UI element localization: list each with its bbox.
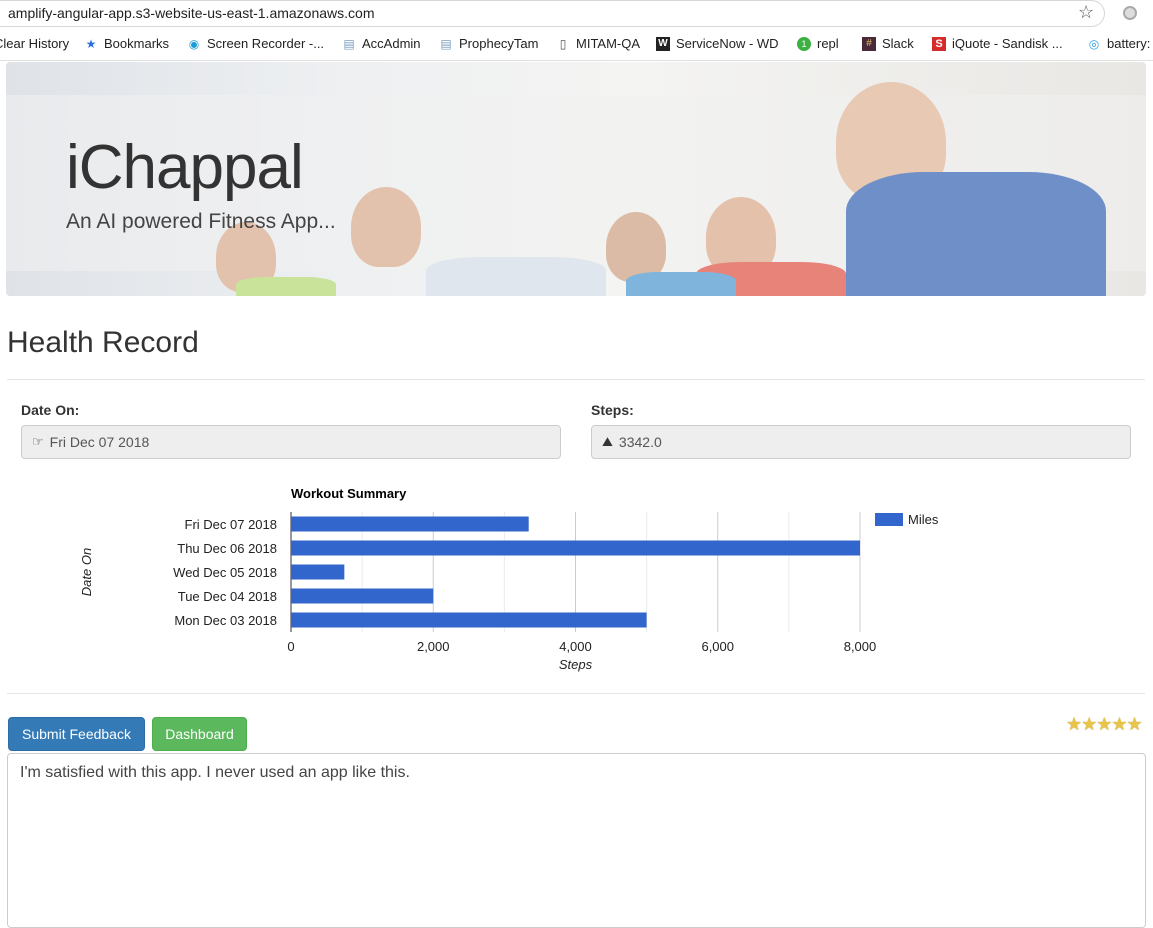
bookmark-label: ProphecyTam bbox=[459, 36, 539, 51]
date-field[interactable]: ☞ Fri Dec 07 2018 bbox=[21, 425, 561, 459]
chart-y-axis-label: Date On bbox=[79, 548, 94, 596]
hand-point-right-icon: ☞ bbox=[32, 434, 44, 449]
chart-category-label: Fri Dec 07 2018 bbox=[185, 517, 278, 532]
submit-feedback-button[interactable]: Submit Feedback bbox=[8, 717, 145, 751]
chart-title: Workout Summary bbox=[291, 486, 407, 501]
hero-banner: iChappal An AI powered Fitness App... bbox=[6, 62, 1146, 296]
star-rating[interactable]: ★★★★★ bbox=[1066, 714, 1143, 735]
hero-image-shirt bbox=[426, 257, 606, 296]
date-label: Date On: bbox=[21, 402, 80, 418]
bookmark-star-icon[interactable]: ☆ bbox=[1078, 2, 1094, 23]
bookmark-servicenow[interactable]: W ServiceNow - WD bbox=[656, 36, 779, 51]
star-icon: ★ bbox=[85, 36, 97, 51]
chart-bar bbox=[291, 540, 860, 556]
chart-bar bbox=[291, 516, 529, 532]
bookmark-label: Bookmarks bbox=[104, 36, 170, 51]
chart-svg: Workout Summary Fri Dec 07 2018 Thu Dec 06… bbox=[79, 486, 939, 672]
chart-category-label: Wed Dec 05 2018 bbox=[173, 565, 277, 580]
hero-title: iChappal bbox=[66, 133, 304, 202]
document-icon: ▯ bbox=[559, 36, 567, 51]
bookmark-slack[interactable]: # Slack bbox=[862, 36, 914, 51]
bookmark-label: MITAM-QA bbox=[576, 36, 641, 51]
chart-x-tick-label: 6,000 bbox=[701, 639, 734, 654]
iquote-icon: S bbox=[932, 36, 946, 51]
bookmark-accadmin[interactable]: ▤ AccAdmin bbox=[342, 36, 421, 51]
bookmark-screen-recorder[interactable]: ◉ Screen Recorder -... bbox=[187, 36, 324, 51]
road-icon: ⛰ bbox=[602, 434, 613, 449]
servicenow-icon: W bbox=[656, 36, 670, 51]
bookmark-label: repl bbox=[817, 36, 839, 51]
hero-image-shirt bbox=[846, 172, 1106, 296]
bookmark-prophecytam[interactable]: ▤ ProphecyTam bbox=[439, 36, 538, 51]
bookmark-repl[interactable]: 1 repl bbox=[797, 36, 839, 51]
chart-bar bbox=[291, 612, 647, 628]
browser-address-bar: amplify-angular-app.s3-website-us-east-1… bbox=[0, 0, 1153, 28]
steps-value: 3342.0 bbox=[618, 434, 662, 450]
bookmark-label: Screen Recorder -... bbox=[207, 36, 325, 51]
chart-bar bbox=[291, 564, 345, 580]
chart-legend-swatch bbox=[875, 513, 903, 526]
bookmarks-bar: Clear History ★ Bookmarks ◉ Screen Recor… bbox=[0, 28, 1153, 61]
chart-category-label: Mon Dec 03 2018 bbox=[174, 613, 277, 628]
chart-category-label: Tue Dec 04 2018 bbox=[178, 589, 277, 604]
bookmark-label: Slack bbox=[882, 36, 914, 51]
page-icon: ▤ bbox=[440, 36, 452, 51]
chart-category-label: Thu Dec 06 2018 bbox=[177, 541, 277, 556]
bookmark-label: Clear History bbox=[0, 36, 70, 51]
chart-x-tick-label: 8,000 bbox=[844, 639, 877, 654]
slack-icon: # bbox=[862, 36, 876, 51]
bookmark-label: battery: bbox=[1107, 36, 1151, 51]
bookmark-iquote[interactable]: S iQuote - Sandisk ... bbox=[932, 36, 1063, 51]
bookmark-label: iQuote - Sandisk ... bbox=[952, 36, 1063, 51]
repl-icon: 1 bbox=[797, 36, 811, 51]
recorder-icon: ◉ bbox=[188, 36, 200, 51]
page-icon: ▤ bbox=[343, 36, 355, 51]
divider bbox=[7, 693, 1145, 694]
steps-label: Steps: bbox=[591, 402, 634, 418]
bookmark-bookmarks[interactable]: ★ Bookmarks bbox=[84, 36, 169, 51]
hero-image-shirt bbox=[626, 272, 736, 296]
bookmark-label: ServiceNow - WD bbox=[676, 36, 779, 51]
chart-bar bbox=[291, 588, 434, 604]
hero-image-shirt bbox=[236, 277, 336, 296]
bookmark-clear-history[interactable]: Clear History bbox=[0, 36, 69, 51]
url-text: amplify-angular-app.s3-website-us-east-1… bbox=[8, 5, 375, 21]
date-value: Fri Dec 07 2018 bbox=[49, 434, 150, 450]
chart-x-tick-label: 0 bbox=[287, 639, 294, 654]
chart-x-axis-label: Steps bbox=[559, 657, 593, 672]
chart-x-tick-label: 4,000 bbox=[559, 639, 592, 654]
page-title: Health Record bbox=[7, 326, 199, 359]
hero-image-person bbox=[351, 187, 421, 267]
feedback-textarea[interactable]: I'm satisfied with this app. I never use… bbox=[7, 753, 1146, 928]
url-field[interactable]: amplify-angular-app.s3-website-us-east-1… bbox=[0, 0, 1105, 27]
workout-summary-chart: Workout Summary Fri Dec 07 2018 Thu Dec 06… bbox=[0, 480, 1153, 680]
steps-field[interactable]: ⛰ 3342.0 bbox=[591, 425, 1131, 459]
dashboard-button[interactable]: Dashboard bbox=[152, 717, 247, 751]
chart-legend-label: Miles bbox=[908, 512, 939, 527]
bookmark-battery[interactable]: ◎ battery: bbox=[1087, 36, 1151, 51]
hero-subtitle: An AI powered Fitness App... bbox=[66, 210, 336, 233]
chart-x-tick-label: 2,000 bbox=[417, 639, 450, 654]
extension-icon[interactable] bbox=[1123, 6, 1137, 20]
bookmark-label: AccAdmin bbox=[362, 36, 421, 51]
divider bbox=[7, 379, 1145, 380]
battery-icon: ◎ bbox=[1088, 36, 1100, 51]
bookmark-mitam-qa[interactable]: ▯ MITAM-QA bbox=[556, 36, 640, 51]
